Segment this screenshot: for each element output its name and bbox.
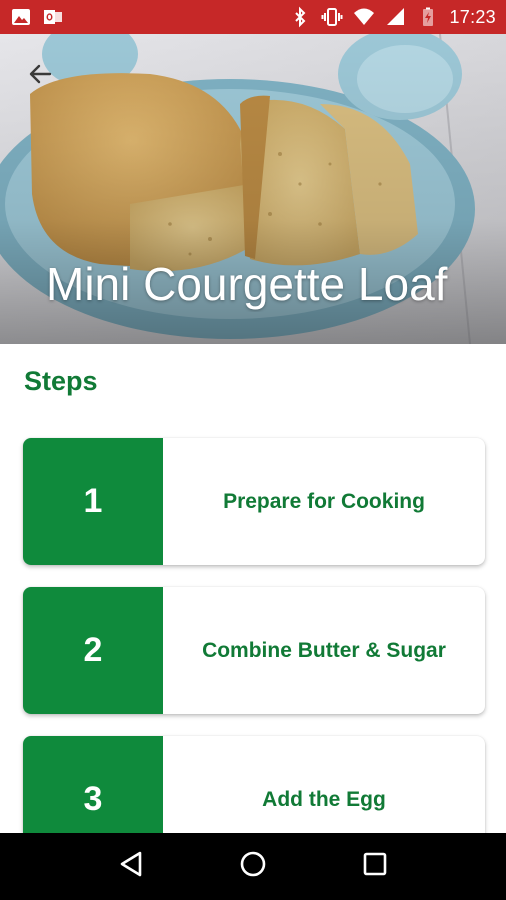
battery-charging-icon (417, 6, 439, 28)
status-left (10, 6, 64, 28)
recipe-title: Mini Courgette Loaf (46, 258, 448, 310)
step-card[interactable]: 2 Combine Butter & Sugar (23, 587, 485, 714)
step-card[interactable]: 1 Prepare for Cooking (23, 438, 485, 565)
steps-heading: Steps (24, 366, 98, 396)
steps-list: 1 Prepare for Cooking 2 Combine Butter &… (23, 438, 485, 885)
arrow-back-icon (26, 60, 54, 93)
recents-square-icon (362, 851, 388, 882)
status-time: 17:23 (449, 6, 496, 27)
outlook-icon (42, 6, 64, 28)
step-number: 1 (23, 438, 163, 565)
home-circle-icon (239, 850, 267, 883)
recipe-screen: 17:23 Mini Courgette Loaf Steps 1 Prepar… (0, 0, 506, 900)
image-icon (10, 6, 32, 28)
back-triangle-icon (118, 850, 144, 883)
back-button[interactable] (20, 56, 60, 96)
status-bar: 17:23 (0, 0, 506, 34)
status-right: 17:23 (289, 6, 496, 28)
vibrate-icon (321, 6, 343, 28)
nav-back-button[interactable] (111, 847, 151, 887)
hero-image: Mini Courgette Loaf (0, 34, 506, 344)
bluetooth-icon (289, 6, 311, 28)
wifi-icon (353, 6, 375, 28)
step-label: Prepare for Cooking (223, 489, 425, 513)
nav-recents-button[interactable] (355, 847, 395, 887)
step-label: Combine Butter & Sugar (202, 638, 446, 662)
signal-icon (385, 6, 407, 28)
navigation-bar (0, 833, 506, 900)
step-number: 2 (23, 587, 163, 714)
nav-home-button[interactable] (233, 847, 273, 887)
